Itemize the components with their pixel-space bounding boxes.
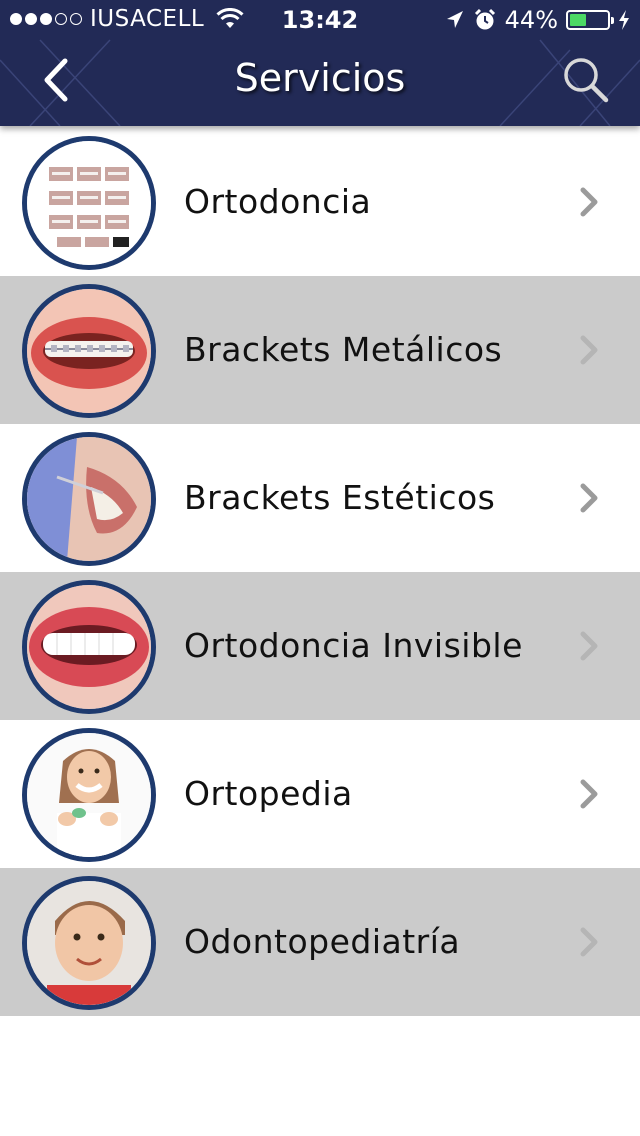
list-item-label: Ortodoncia Invisible [184,626,523,665]
invisible-aligner-smile-thumbnail [22,580,156,714]
charging-bolt-icon [619,10,629,30]
aesthetic-braces-thumbnail [22,432,156,566]
list-item-odontopediatria[interactable]: Odontopediatría [0,868,640,1016]
page-title: Servicios [234,56,406,100]
chevron-right-icon [580,927,598,957]
battery-level-fill [570,14,586,26]
list-item-label: Ortodoncia [184,182,372,221]
location-arrow-icon [446,11,463,28]
chevron-right-icon [580,187,598,217]
search-icon [564,58,609,103]
chevron-right-icon [580,779,598,809]
battery-icon [566,10,614,30]
list-item-label: Brackets Metálicos [184,330,503,369]
status-bar: IUSACELL 13:42 44% [0,0,640,40]
navigation-bar: Servicios [0,40,640,126]
services-list: Ortodoncia Brackets Metálicos Brackets E… [0,128,640,1016]
girl-holding-retainer-thumbnail [22,728,156,862]
list-item-ortodoncia-invisible[interactable]: Ortodoncia Invisible [0,572,640,720]
status-right: 44% [445,6,630,34]
header: IUSACELL 13:42 44% Servicios [0,0,640,126]
list-item-brackets-esteticos[interactable]: Brackets Estéticos [0,424,640,572]
orthodontics-chart-thumbnail [22,136,156,270]
chevron-right-icon [580,483,598,513]
smiling-toddler-thumbnail [22,876,156,1010]
chevron-right-icon [580,631,598,661]
list-item-label: Brackets Estéticos [184,478,496,517]
app-screen: IUSACELL 13:42 44% Servicios Ortodoncia … [0,0,640,1136]
alarm-clock-icon [474,8,495,30]
list-item-ortodoncia[interactable]: Ortodoncia [0,128,640,276]
metal-braces-smile-thumbnail [22,284,156,418]
list-item-brackets-metalicos[interactable]: Brackets Metálicos [0,276,640,424]
list-item-label: Odontopediatría [184,922,461,961]
list-item-ortopedia[interactable]: Ortopedia [0,720,640,868]
list-item-label: Ortopedia [184,774,353,813]
battery-percent: 44% [504,6,558,34]
chevron-right-icon [580,335,598,365]
search-button[interactable] [556,50,616,110]
